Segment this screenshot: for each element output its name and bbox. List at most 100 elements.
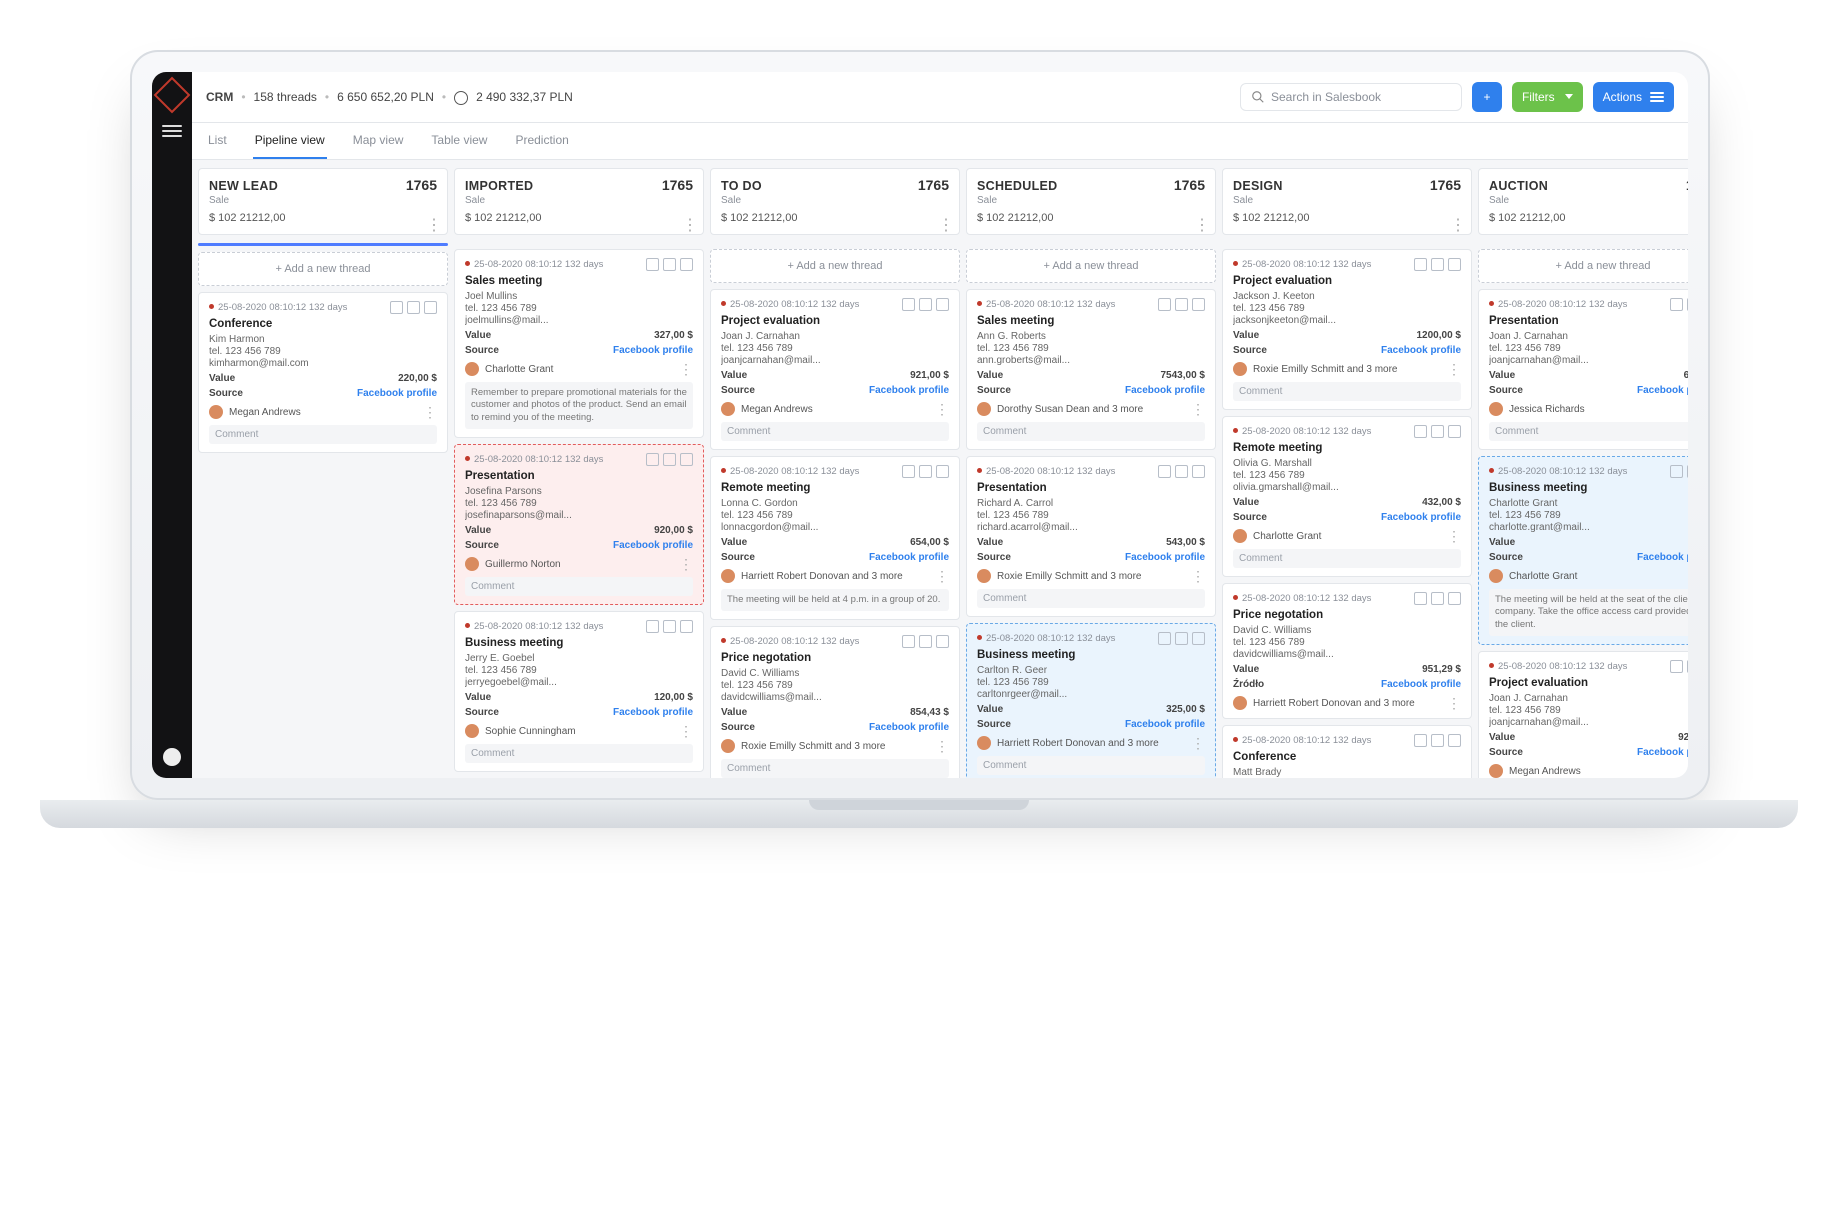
calendar-icon[interactable] xyxy=(1431,258,1444,271)
calendar-icon[interactable] xyxy=(1431,592,1444,605)
current-user-avatar[interactable] xyxy=(163,748,181,766)
card-action-icons[interactable] xyxy=(1414,258,1461,271)
card-more-icon[interactable]: ⋮ xyxy=(1447,367,1461,371)
clipboard-icon[interactable] xyxy=(390,301,403,314)
card-action-icons[interactable] xyxy=(1414,592,1461,605)
calendar-icon[interactable] xyxy=(663,453,676,466)
calendar-icon[interactable] xyxy=(919,465,932,478)
clipboard-icon[interactable] xyxy=(1158,465,1171,478)
calendar-icon[interactable] xyxy=(407,301,420,314)
archive-icon[interactable] xyxy=(936,298,949,311)
card-more-icon[interactable]: ⋮ xyxy=(1447,701,1461,705)
thread-card[interactable]: 25-08-2020 08:10:12 132 daysSales meetin… xyxy=(454,249,704,438)
menu-icon[interactable] xyxy=(162,122,182,140)
comment-input[interactable]: Comment xyxy=(465,744,693,763)
card-more-icon[interactable]: ⋮ xyxy=(935,574,949,578)
source-link[interactable]: Facebook profile xyxy=(1637,552,1688,563)
card-action-icons[interactable] xyxy=(646,620,693,633)
clipboard-icon[interactable] xyxy=(646,258,659,271)
card-action-icons[interactable] xyxy=(902,465,949,478)
comment-input[interactable]: Comment xyxy=(977,756,1205,775)
card-more-icon[interactable]: ⋮ xyxy=(1191,574,1205,578)
card-action-icons[interactable] xyxy=(1414,734,1461,747)
clipboard-icon[interactable] xyxy=(902,635,915,648)
card-action-icons[interactable] xyxy=(1414,425,1461,438)
column-more-icon[interactable]: ⋮ xyxy=(1194,224,1209,228)
thread-card[interactable]: 25-08-2020 08:10:12 132 daysProject eval… xyxy=(1222,249,1472,410)
clipboard-icon[interactable] xyxy=(1158,298,1171,311)
source-link[interactable]: Facebook profile xyxy=(1381,512,1461,523)
source-link[interactable]: Facebook profile xyxy=(1637,747,1688,758)
comment-input[interactable]: Comment xyxy=(465,577,693,596)
comment-input[interactable]: Comment xyxy=(977,589,1205,608)
source-link[interactable]: Facebook profile xyxy=(869,552,949,563)
clipboard-icon[interactable] xyxy=(902,298,915,311)
source-link[interactable]: Facebook profile xyxy=(1381,679,1461,690)
add-button[interactable]: + xyxy=(1472,82,1502,112)
archive-icon[interactable] xyxy=(680,258,693,271)
archive-icon[interactable] xyxy=(1192,465,1205,478)
clipboard-icon[interactable] xyxy=(1670,660,1683,673)
thread-card[interactable]: 25-08-2020 08:10:12 132 daysPresentation… xyxy=(454,444,704,605)
thread-card[interactable]: 25-08-2020 08:10:12 132 daysSales meetin… xyxy=(966,289,1216,450)
card-more-icon[interactable]: ⋮ xyxy=(1191,741,1205,745)
thread-card[interactable]: 25-08-2020 08:10:12 132 daysPrice negota… xyxy=(1222,583,1472,719)
clipboard-icon[interactable] xyxy=(1414,425,1427,438)
card-action-icons[interactable] xyxy=(902,635,949,648)
archive-icon[interactable] xyxy=(1192,298,1205,311)
column-more-icon[interactable]: ⋮ xyxy=(682,224,697,228)
tab-pipeline-view[interactable]: Pipeline view xyxy=(253,123,327,159)
clipboard-icon[interactable] xyxy=(1414,592,1427,605)
actions-button[interactable]: Actions xyxy=(1593,82,1674,112)
thread-card[interactable]: 25-08-2020 08:10:12 132 daysPresentation… xyxy=(1478,289,1688,450)
card-action-icons[interactable] xyxy=(1158,298,1205,311)
card-more-icon[interactable]: ⋮ xyxy=(1447,534,1461,538)
clipboard-icon[interactable] xyxy=(902,465,915,478)
clipboard-icon[interactable] xyxy=(646,620,659,633)
source-link[interactable]: Facebook profile xyxy=(613,707,693,718)
tab-table-view[interactable]: Table view xyxy=(429,123,489,159)
calendar-icon[interactable] xyxy=(1687,298,1688,311)
add-thread-button[interactable]: Add a new thread xyxy=(198,252,448,286)
card-more-icon[interactable]: ⋮ xyxy=(679,367,693,371)
clipboard-icon[interactable] xyxy=(1670,298,1683,311)
calendar-icon[interactable] xyxy=(1175,632,1188,645)
card-action-icons[interactable] xyxy=(1158,465,1205,478)
calendar-icon[interactable] xyxy=(1175,465,1188,478)
comment-input[interactable]: Comment xyxy=(721,759,949,778)
pipeline-board[interactable]: NEW LEAD1765Sale$ 102 21212,00⋮Add a new… xyxy=(192,160,1688,778)
card-action-icons[interactable] xyxy=(1670,298,1688,311)
calendar-icon[interactable] xyxy=(919,635,932,648)
source-link[interactable]: Facebook profile xyxy=(1125,552,1205,563)
card-action-icons[interactable] xyxy=(646,258,693,271)
source-link[interactable]: Facebook profile xyxy=(869,385,949,396)
card-action-icons[interactable] xyxy=(1670,660,1688,673)
comment-input[interactable]: Comment xyxy=(721,422,949,441)
thread-card[interactable]: 25-08-2020 08:10:12 132 daysProject eval… xyxy=(710,289,960,450)
archive-icon[interactable] xyxy=(936,465,949,478)
calendar-icon[interactable] xyxy=(1175,298,1188,311)
card-more-icon[interactable]: ⋮ xyxy=(423,410,437,414)
thread-card[interactable]: 25-08-2020 08:10:12 132 daysBusiness mee… xyxy=(454,611,704,772)
archive-icon[interactable] xyxy=(1448,425,1461,438)
source-link[interactable]: Facebook profile xyxy=(1125,719,1205,730)
clipboard-icon[interactable] xyxy=(1670,465,1683,478)
thread-card[interactable]: 25-08-2020 08:10:12 132 daysPrice negota… xyxy=(710,626,960,778)
card-more-icon[interactable]: ⋮ xyxy=(1191,407,1205,411)
calendar-icon[interactable] xyxy=(663,620,676,633)
calendar-icon[interactable] xyxy=(919,298,932,311)
comment-input[interactable]: Comment xyxy=(209,425,437,444)
archive-icon[interactable] xyxy=(936,635,949,648)
card-more-icon[interactable]: ⋮ xyxy=(679,562,693,566)
card-more-icon[interactable]: ⋮ xyxy=(679,729,693,733)
source-link[interactable]: Facebook profile xyxy=(1125,385,1205,396)
search-input[interactable]: Search in Salesbook xyxy=(1240,83,1462,111)
archive-icon[interactable] xyxy=(1192,632,1205,645)
column-more-icon[interactable]: ⋮ xyxy=(938,224,953,228)
crumb-root[interactable]: CRM xyxy=(206,90,233,104)
card-action-icons[interactable] xyxy=(390,301,437,314)
source-link[interactable]: Facebook profile xyxy=(1637,385,1688,396)
column-more-icon[interactable]: ⋮ xyxy=(1450,224,1465,228)
thread-card[interactable]: 25-08-2020 08:10:12 132 daysProject eval… xyxy=(1478,651,1688,778)
comment-input[interactable]: Comment xyxy=(1233,382,1461,401)
